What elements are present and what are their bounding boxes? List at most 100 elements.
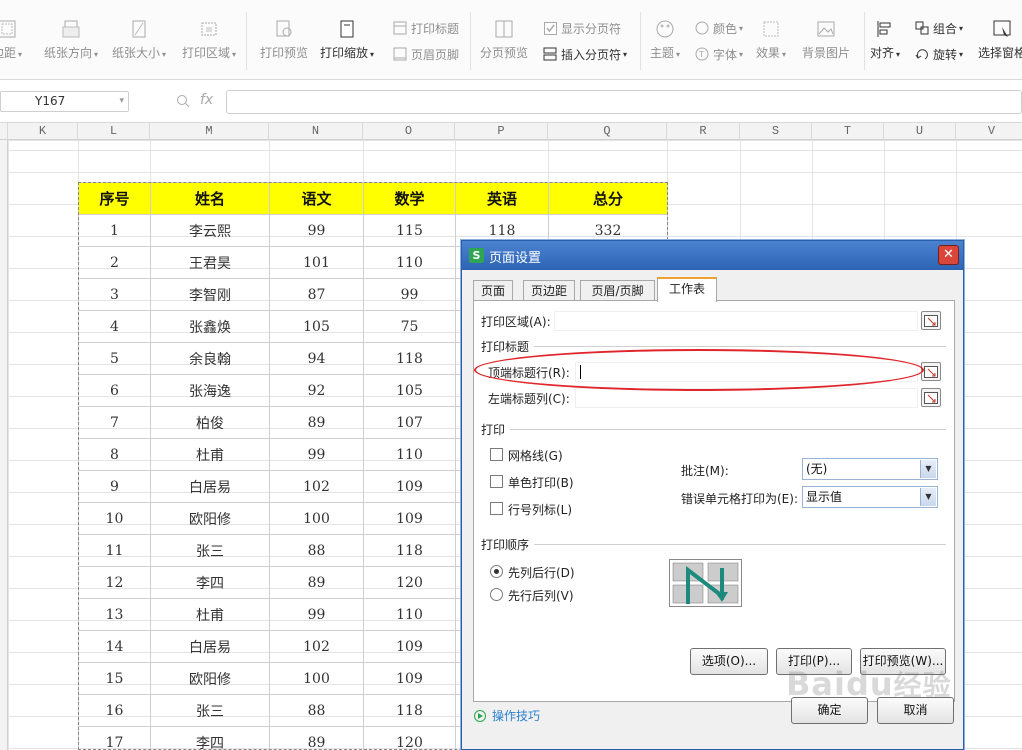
print-area-input[interactable] <box>554 311 918 331</box>
fx-icon[interactable]: fx <box>200 92 213 108</box>
checkbox-checked-icon <box>542 20 558 36</box>
page-break-preview-button[interactable]: 分页预览 <box>480 18 528 61</box>
group-icon <box>914 20 930 36</box>
errors-value: 显示值 <box>806 490 843 504</box>
dialog-title: 页面设置 <box>489 251 542 266</box>
gridline <box>8 150 1022 151</box>
header-footer-label: 页眉页脚 <box>411 47 460 62</box>
options-button[interactable]: 选项(O)... <box>690 648 768 675</box>
theme-label: 主题 <box>650 46 675 60</box>
theme-button[interactable]: 主题 ▾ <box>650 18 680 61</box>
ribbon-separator <box>864 12 865 70</box>
formula-bar: Y167 ▾ fx <box>0 88 1022 116</box>
group-divider <box>534 544 946 545</box>
rotate-label: 旋转 <box>933 47 958 62</box>
tips-label: 操作技巧 <box>492 709 541 723</box>
print-preview-button[interactable]: 打印预览 <box>260 18 308 61</box>
rotate-button[interactable]: 旋转 ▾ <box>914 44 963 64</box>
ribbon-separator <box>246 12 247 70</box>
print-group-label: 打印 <box>481 423 506 437</box>
column-header[interactable]: K <box>8 123 78 141</box>
orientation-button[interactable]: 纸张方向 ▾ <box>44 18 98 61</box>
ribbon-separator <box>470 12 471 70</box>
corner-cell[interactable] <box>0 123 8 141</box>
close-button[interactable]: ✕ <box>938 245 959 265</box>
background-image-label: 背景图片 <box>802 46 851 60</box>
align-label: 对齐 <box>870 46 895 60</box>
paper-size-label: 纸张大小 <box>112 46 161 60</box>
print-area-icon <box>198 18 220 40</box>
header-footer-button[interactable]: 页眉页脚 <box>392 44 459 64</box>
print-preview-icon <box>273 18 295 40</box>
column-header[interactable]: N <box>269 123 363 141</box>
selection-pane-button[interactable]: 选择窗格 <box>978 18 1022 61</box>
print-area-label: 打印区域(A): <box>481 315 551 329</box>
mono-print-checkbox[interactable] <box>490 475 503 488</box>
sheet-tab-panel: 打印区域(A): 打印标题 顶端标题行(R): 左端标题列(C): 打印 网格线… <box>473 300 955 702</box>
gridlines-checkbox[interactable] <box>490 448 503 461</box>
name-box[interactable]: Y167 ▾ <box>0 91 129 112</box>
comments-value: (无) <box>806 462 828 476</box>
background-image-button[interactable]: 背景图片 <box>802 18 850 61</box>
palette-icon <box>654 18 676 40</box>
show-page-breaks-toggle[interactable]: 显示分页符 <box>542 18 621 38</box>
over-then-down-label: 先行后列(V) <box>508 589 574 603</box>
paper-size-button[interactable]: 纸张大小 ▾ <box>112 18 166 61</box>
align-button[interactable]: 对齐 ▾ <box>870 18 900 61</box>
page-break-preview-label: 分页预览 <box>480 46 529 60</box>
comments-select[interactable]: (无) ▼ <box>802 458 938 480</box>
margins-button[interactable]: 边距▾ <box>0 18 22 61</box>
errors-select[interactable]: 显示值 ▼ <box>802 486 938 508</box>
svg-text:T: T <box>698 50 704 59</box>
cancel-button[interactable]: 取消 <box>877 697 954 724</box>
over-then-down-radio[interactable] <box>490 588 503 601</box>
fonts-button[interactable]: T 字体 ▾ <box>694 44 743 64</box>
insert-page-break-button[interactable]: 插入分页符 ▾ <box>542 44 627 64</box>
orientation-icon <box>60 18 82 40</box>
tab-margins[interactable]: 页边距 <box>523 280 575 301</box>
row-headers[interactable] <box>0 140 8 750</box>
column-header[interactable]: M <box>150 123 269 141</box>
tab-sheet[interactable]: 工作表 <box>657 277 717 302</box>
tab-page[interactable]: 页面 <box>473 280 513 301</box>
column-header[interactable]: R <box>667 123 740 141</box>
column-header[interactable]: P <box>455 123 548 141</box>
column-header[interactable]: Q <box>548 123 667 141</box>
row-col-headers-label: 行号列标(L) <box>508 503 573 517</box>
print-area-button[interactable]: 打印区域 ▾ <box>182 18 236 61</box>
print-preview-button[interactable]: 打印预览(W)... <box>860 648 946 675</box>
down-then-over-radio[interactable] <box>490 565 503 578</box>
colors-button[interactable]: 颜色 ▾ <box>694 18 743 38</box>
group-divider <box>510 429 946 430</box>
column-header[interactable]: L <box>78 123 150 141</box>
column-header[interactable]: T <box>812 123 884 141</box>
group-button[interactable]: 组合 ▾ <box>914 18 963 38</box>
tips-link[interactable]: 操作技巧 <box>474 707 540 724</box>
column-header[interactable]: S <box>740 123 812 141</box>
margins-icon <box>0 18 18 40</box>
collapse-dialog-icon[interactable] <box>921 388 941 407</box>
formula-input[interactable] <box>226 90 1022 114</box>
column-header[interactable]: O <box>363 123 455 141</box>
row-col-headers-checkbox[interactable] <box>490 502 503 515</box>
effects-button[interactable]: 效果 ▾ <box>756 18 786 61</box>
colors-icon <box>694 20 710 36</box>
dialog-titlebar[interactable]: S 页面设置 ✕ <box>462 241 963 270</box>
print-button[interactable]: 打印(P)... <box>776 648 852 675</box>
errors-label: 错误单元格打印为(E): <box>681 492 798 506</box>
mono-print-label: 单色打印(B) <box>508 476 574 490</box>
left-cols-input[interactable] <box>575 388 918 408</box>
orientation-label: 纸张方向 <box>44 46 93 60</box>
paper-size-icon <box>128 18 150 40</box>
column-header[interactable]: V <box>956 123 1022 141</box>
top-rows-input[interactable] <box>575 362 918 382</box>
collapse-dialog-icon[interactable] <box>921 311 941 330</box>
ok-button[interactable]: 确定 <box>791 697 868 724</box>
print-scale-button[interactable]: 打印缩放 ▾ <box>320 18 374 61</box>
tab-header-footer[interactable]: 页眉/页脚 <box>580 280 655 301</box>
collapse-dialog-icon[interactable] <box>921 362 941 381</box>
column-header[interactable]: U <box>884 123 956 141</box>
zoom-icon[interactable] <box>176 94 190 111</box>
print-titles-button[interactable]: 打印标题 <box>392 18 459 38</box>
top-rows-label: 顶端标题行(R): <box>488 366 570 380</box>
